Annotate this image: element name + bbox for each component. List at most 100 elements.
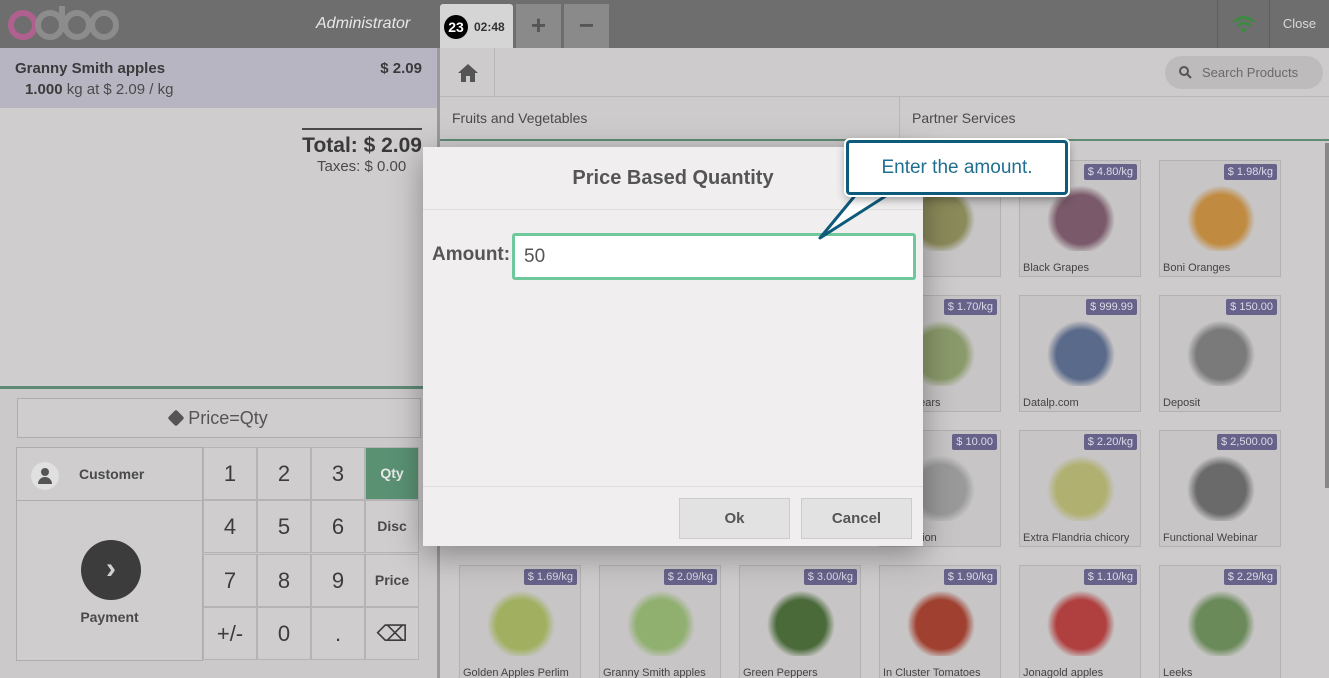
product-price: $ 1.69/kg (523, 569, 577, 585)
product-name: Black Grapes (1023, 262, 1090, 274)
order-taxes: Taxes: $ 0.00 (317, 158, 407, 175)
connection-status[interactable] (1217, 0, 1269, 48)
product-price: $ 3.00/kg (803, 569, 857, 585)
order-summary: Total: $ 2.09 Taxes: $ 0.00 (302, 128, 422, 175)
price-qty-label: Price=Qty (188, 408, 268, 428)
product-image (1182, 181, 1260, 251)
customer-button[interactable]: Customer (17, 448, 202, 501)
product-price: $ 2.09/kg (663, 569, 717, 585)
category-fruits-vegetables[interactable]: Fruits and Vegetables (440, 97, 900, 141)
home-icon (458, 64, 478, 82)
product-name: Golden Apples Perlim (463, 667, 569, 678)
numpad-key-8[interactable]: 8 (257, 554, 311, 607)
product-card[interactable]: $ 999.99 Datalp.com (1019, 295, 1141, 412)
product-price: $ 2.29/kg (1223, 569, 1277, 585)
product-name: Deposit (1163, 397, 1201, 409)
products-header: Search Products (440, 48, 1329, 97)
orderline[interactable]: Granny Smith apples $ 2.09 1.000 kg at $… (0, 48, 437, 108)
amount-label: Amount: (432, 244, 511, 265)
numpad-key-7[interactable]: 7 (203, 554, 257, 607)
product-card[interactable]: $ 2.09/kg Granny Smith apples (599, 565, 721, 678)
product-card[interactable]: $ 1.90/kg In Cluster Tomatoes (879, 565, 1001, 678)
product-card[interactable]: $ 2.29/kg Leeks (1159, 565, 1281, 678)
remove-order-button[interactable]: − (564, 4, 609, 48)
product-price: $ 2.20/kg (1083, 434, 1137, 450)
orderline-product-name: Granny Smith apples (15, 60, 166, 77)
product-card[interactable]: $ 3.00/kg Green Peppers (739, 565, 861, 678)
product-name: Jonagold apples (1023, 667, 1104, 678)
add-order-button[interactable]: + (516, 4, 561, 48)
order-total: Total: $ 2.09 (302, 128, 422, 158)
product-card[interactable]: $ 1.69/kg Golden Apples Perlim (459, 565, 581, 678)
product-name: Green Peppers (743, 667, 818, 678)
product-name: Boni Oranges (1163, 262, 1231, 274)
product-image (1042, 316, 1120, 386)
product-price: $ 4.80/kg (1083, 164, 1137, 180)
product-card[interactable]: $ 2.20/kg Extra Flandria chicory (1019, 430, 1141, 547)
numpad-key-6[interactable]: 6 (311, 500, 365, 553)
numpad-key-1[interactable]: 1 (203, 447, 257, 500)
product-image (622, 586, 700, 656)
tag-icon (167, 409, 185, 427)
numpad-price-mode[interactable]: Price (365, 554, 419, 607)
search-input[interactable]: Search Products (1165, 56, 1323, 89)
odoo-logo (6, 4, 121, 44)
product-card[interactable]: $ 1.98/kg Boni Oranges (1159, 160, 1281, 277)
product-image (1182, 451, 1260, 521)
tooltip-pointer (818, 190, 898, 240)
product-price: $ 1.98/kg (1223, 164, 1277, 180)
product-name: Leeks (1163, 667, 1193, 678)
user-name: Administrator (316, 15, 411, 32)
orderline-qty: 1.000 (25, 81, 63, 98)
top-bar: Administrator 23 02:48 + − Close (0, 0, 1329, 48)
product-name: In Cluster Tomatoes (883, 667, 981, 678)
orderline-unit-info: kg at $ 2.09 / kg (66, 81, 174, 98)
home-button[interactable] (440, 48, 495, 97)
product-price: $ 1.10/kg (1083, 569, 1137, 585)
product-image (1042, 586, 1120, 656)
numpad-key-3[interactable]: 3 (311, 447, 365, 500)
order-panel: Granny Smith apples $ 2.09 1.000 kg at $… (0, 48, 437, 678)
numpad-key-5[interactable]: 5 (257, 500, 311, 553)
order-tab[interactable]: 23 02:48 (440, 4, 513, 48)
product-name: Datalp.com (1023, 397, 1079, 409)
category-bar: Fruits and Vegetables Partner Services (440, 97, 1329, 141)
product-image (1182, 586, 1260, 656)
category-partner-services[interactable]: Partner Services (900, 97, 1329, 141)
control-area: Price=Qty Customer › Payment 1 2 3 Qty 4… (0, 389, 437, 678)
product-card[interactable]: $ 1.10/kg Jonagold apples (1019, 565, 1141, 678)
numpad-key-0[interactable]: 0 (257, 607, 311, 660)
search-icon (1179, 66, 1192, 79)
numpad-decimal[interactable]: . (311, 607, 365, 660)
wifi-icon (1232, 16, 1256, 33)
product-card[interactable]: $ 2,500.00 Functional Webinar (1159, 430, 1281, 547)
ok-button[interactable]: Ok (679, 498, 790, 539)
product-price: $ 999.99 (1086, 299, 1137, 315)
close-button[interactable]: Close (1269, 0, 1329, 48)
numpad-key-9[interactable]: 9 (311, 554, 365, 607)
numpad: 1 2 3 Qty 4 5 6 Disc 7 8 9 Price +/- 0 .… (203, 447, 420, 661)
numpad-qty-mode[interactable]: Qty (365, 447, 419, 500)
product-image (1182, 316, 1260, 386)
backspace-icon[interactable]: ⌫ (365, 607, 419, 660)
order-time: 02:48 (474, 20, 505, 34)
product-price: $ 1.90/kg (943, 569, 997, 585)
product-card[interactable]: $ 150.00 Deposit (1159, 295, 1281, 412)
tooltip-callout: Enter the amount. (846, 140, 1068, 195)
payment-button[interactable]: › Payment (17, 501, 202, 661)
product-price: $ 10.00 (952, 434, 997, 450)
numpad-disc-mode[interactable]: Disc (365, 500, 419, 553)
order-area: Granny Smith apples $ 2.09 1.000 kg at $… (0, 48, 437, 386)
search-placeholder: Search Products (1202, 65, 1299, 80)
numpad-plus-minus[interactable]: +/- (203, 607, 257, 660)
product-name: Granny Smith apples (603, 667, 706, 678)
product-price: $ 2,500.00 (1217, 434, 1277, 450)
customer-label: Customer (79, 466, 145, 482)
numpad-key-4[interactable]: 4 (203, 500, 257, 553)
scrollbar[interactable] (1325, 143, 1329, 488)
cancel-button[interactable]: Cancel (801, 498, 912, 539)
numpad-key-2[interactable]: 2 (257, 447, 311, 500)
price-qty-button[interactable]: Price=Qty (17, 398, 421, 438)
dialog-footer: Ok Cancel (423, 486, 923, 546)
product-price: $ 1.70/kg (943, 299, 997, 315)
